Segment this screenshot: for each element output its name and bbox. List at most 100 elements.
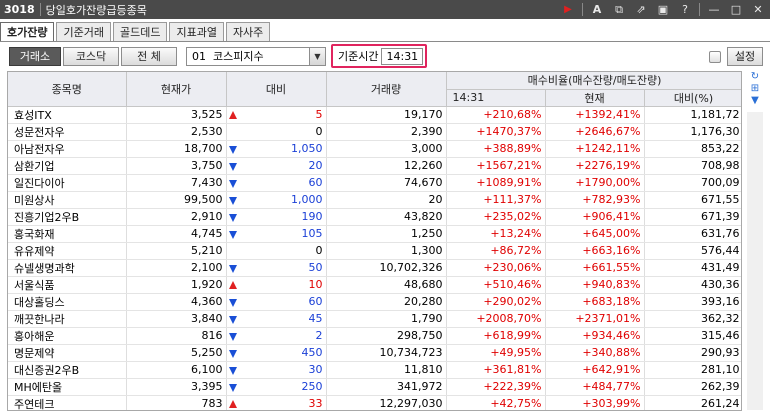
- cell-ratio-base: +1470,37%: [446, 123, 546, 141]
- option-checkbox[interactable]: [709, 51, 721, 63]
- change-value: 190: [301, 210, 323, 223]
- cell-ratio-base: +361,81%: [446, 361, 546, 379]
- cell-ratio-current: +1790,00%: [545, 174, 645, 192]
- help-icon[interactable]: ?: [677, 2, 693, 17]
- arrow-down-icon: [228, 366, 237, 375]
- cell-ratio-diff: 393,16: [644, 293, 741, 311]
- tab-bar: 호가잔량 기준거래 골드데드 지표과열 자사주: [0, 22, 272, 42]
- link-icon[interactable]: ⧉: [611, 2, 627, 17]
- table-row[interactable]: 홍국화재 4,745 105 1,250 +13,24% +645,00% 631,76: [8, 225, 741, 243]
- cell-change: 1,000: [226, 191, 327, 209]
- header-change[interactable]: 대비: [226, 72, 327, 107]
- market-kosdaq-button[interactable]: 코스닥: [63, 47, 119, 66]
- chevron-down-icon[interactable]: ▼: [309, 48, 325, 65]
- table-row[interactable]: 서울식품 1,920 10 48,680 +510,46% +940,83% 430,36: [8, 276, 741, 294]
- market-kospi-button[interactable]: 거래소: [9, 47, 61, 66]
- table-row[interactable]: 대상홀딩스 4,360 60 20,280 +290,02% +683,18% 393,16: [8, 293, 741, 311]
- title-bar-icons: ▶ A ⧉ ⇗ ▣ ? — □ ✕: [560, 2, 766, 17]
- base-time-input[interactable]: 14:31: [381, 47, 424, 65]
- cell-ratio-base: +222,39%: [446, 378, 546, 396]
- table-row[interactable]: 슈넬생명과학 2,100 50 10,702,326 +230,06% +661,55% 4…: [8, 259, 741, 277]
- cell-ratio-base: +210,68%: [446, 106, 546, 124]
- cell-change: 2: [226, 327, 327, 345]
- table-row[interactable]: 주연테크 783 33 12,297,030 +42,75% +303,99% 261,24: [8, 395, 741, 410]
- cell-price: 99,500: [126, 191, 227, 209]
- table-row[interactable]: 아남전자우 18,700 1,050 3,000 +388,89% +1242,11% 85…: [8, 140, 741, 158]
- popout-icon[interactable]: ⇗: [633, 2, 649, 17]
- cell-price: 7,430: [126, 174, 227, 192]
- vertical-scrollbar[interactable]: [747, 112, 763, 410]
- header-ratio-base[interactable]: 14:31: [446, 89, 546, 107]
- cell-ratio-current: +303,99%: [545, 395, 645, 410]
- cell-ratio-current: +940,83%: [545, 276, 645, 294]
- table-row[interactable]: 성문전자우 2,530 0 2,390 +1470,37% +2646,67% 1,176,…: [8, 123, 741, 141]
- table-row[interactable]: 홍아해운 816 2 298,750 +618,99% +934,46% 315,46: [8, 327, 741, 345]
- table-row[interactable]: 유유제약 5,210 0 1,300 +86,72% +663,16% 576,44: [8, 242, 741, 260]
- maximize-icon[interactable]: □: [728, 2, 744, 17]
- cell-price: 783: [126, 395, 227, 410]
- icon-separator: [699, 3, 700, 16]
- cell-name: 슈넬생명과학: [8, 259, 127, 277]
- header-volume[interactable]: 거래량: [326, 72, 447, 107]
- tab-jasaju[interactable]: 자사주: [225, 22, 271, 42]
- cell-ratio-current: +340,88%: [545, 344, 645, 362]
- change-value: 60: [308, 176, 323, 189]
- minimize-icon[interactable]: —: [706, 2, 722, 17]
- cell-price: 3,840: [126, 310, 227, 328]
- table-row[interactable]: 일진다이아 7,430 60 74,670 +1089,91% +1790,00% 700,…: [8, 174, 741, 192]
- cell-ratio-diff: 362,32: [644, 310, 741, 328]
- header-ratio-diff[interactable]: 대비(%): [644, 89, 741, 107]
- cell-ratio-base: +49,95%: [446, 344, 546, 362]
- header-name[interactable]: 종목명: [8, 72, 127, 107]
- table-row[interactable]: 깨끗한나라 3,840 45 1,790 +2008,70% +2371,01% 362,3…: [8, 310, 741, 328]
- arrow-down-icon: [228, 196, 237, 205]
- close-icon[interactable]: ✕: [750, 2, 766, 17]
- table-row[interactable]: 대신증권2우B 6,100 30 11,810 +361,81% +642,91% 281,…: [8, 361, 741, 379]
- arrow-down-icon: [228, 162, 237, 171]
- tab-hoga-jangryang[interactable]: 호가잔량: [0, 22, 55, 42]
- table-row[interactable]: 명문제약 5,250 450 10,734,723 +49,95% +340,88% 290…: [8, 344, 741, 362]
- table-row[interactable]: 효성ITX 3,525 5 19,170 +210,68% +1392,41% 1,181,…: [8, 106, 741, 124]
- cell-name: 명문제약: [8, 344, 127, 362]
- tab-gijun-georae[interactable]: 기준거래: [56, 22, 111, 42]
- change-value: 30: [308, 363, 323, 376]
- arrow-up-icon: [228, 280, 237, 289]
- cell-volume: 11,810: [326, 361, 447, 379]
- expand-icon[interactable]: ⊞: [747, 83, 763, 95]
- header-ratio-current[interactable]: 현재: [545, 89, 645, 107]
- tab-divider: [0, 41, 770, 42]
- cell-volume: 74,670: [326, 174, 447, 192]
- index-select[interactable]: 01 코스피지수 ▼: [186, 47, 326, 66]
- change-value: 1,050: [291, 142, 323, 155]
- cell-ratio-base: +2008,70%: [446, 310, 546, 328]
- table-row[interactable]: MH에탄올 3,395 250 341,972 +222,39% +484,77% 262,…: [8, 378, 741, 396]
- cell-ratio-diff: 1,181,72: [644, 106, 741, 124]
- font-icon[interactable]: A: [589, 2, 605, 17]
- cell-price: 5,250: [126, 344, 227, 362]
- tab-gold-dead[interactable]: 골드데드: [112, 22, 168, 42]
- sort-down-icon[interactable]: ▼: [747, 95, 763, 107]
- table-row[interactable]: 삼환기업 3,750 20 12,260 +1567,21% +2276,19% 708,9…: [8, 157, 741, 175]
- cell-volume: 341,972: [326, 378, 447, 396]
- settings-button[interactable]: 설정: [727, 47, 763, 66]
- cell-ratio-diff: 290,93: [644, 344, 741, 362]
- tab-jipyo-gwayeol[interactable]: 지표과열: [169, 22, 224, 42]
- print-icon[interactable]: ▣: [655, 2, 671, 17]
- cell-ratio-current: +2276,19%: [545, 157, 645, 175]
- cell-change: 450: [226, 344, 327, 362]
- arrow-up-icon: [228, 399, 237, 408]
- table-row[interactable]: 미원상사 99,500 1,000 20 +111,37% +782,93% 671,55: [8, 191, 741, 209]
- arrow-down-icon: [228, 179, 237, 188]
- cell-price: 2,100: [126, 259, 227, 277]
- header-price[interactable]: 현재가: [126, 72, 227, 107]
- table-row[interactable]: 진흥기업2우B 2,910 190 43,820 +235,02% +906,41% 671…: [8, 208, 741, 226]
- cell-name: 효성ITX: [8, 106, 127, 124]
- play-icon[interactable]: ▶: [560, 2, 576, 17]
- cell-ratio-current: +2646,67%: [545, 123, 645, 141]
- cell-price: 2,530: [126, 123, 227, 141]
- cell-price: 3,525: [126, 106, 227, 124]
- refresh-icon[interactable]: ↻: [747, 71, 763, 83]
- cell-ratio-diff: 315,46: [644, 327, 741, 345]
- market-all-button[interactable]: 전 체: [121, 47, 177, 66]
- header-ratio-group[interactable]: 매수비율(매수잔량/매도잔량): [446, 72, 741, 90]
